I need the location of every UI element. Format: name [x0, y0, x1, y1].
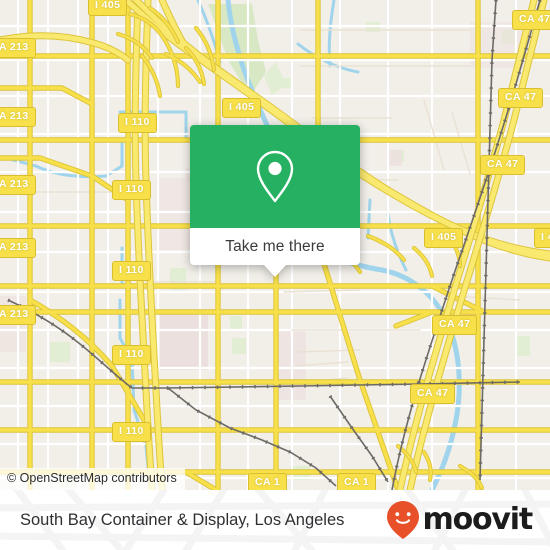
highway-shield: CA 213 — [0, 38, 36, 58]
highway-shield: CA 213 — [0, 107, 36, 127]
highway-shield: I 110 — [112, 422, 151, 442]
moovit-brand[interactable]: moovit — [386, 500, 534, 540]
moovit-pin-smiley-icon — [386, 501, 419, 539]
footer-content: South Bay Container & Display, Los Angel… — [0, 490, 550, 550]
highway-shield: I 110 — [118, 113, 157, 133]
callout-icon-panel — [190, 125, 360, 228]
highway-shield: CA 213 — [0, 305, 36, 325]
highway-shield: CA 47 — [498, 88, 544, 108]
highway-shield: CA 47 — [512, 10, 550, 30]
place-title: South Bay Container & Display, Los Angel… — [20, 510, 345, 529]
take-me-there-label: Take me there — [225, 237, 325, 255]
highway-shield: CA 47 — [410, 384, 456, 404]
highway-shield: I 405 — [222, 98, 262, 118]
highway-shield: CA 213 — [0, 175, 36, 195]
highway-shield: I 110 — [112, 180, 151, 200]
map-canvas[interactable]: .land { fill:#f2efe9; } .park { fill:#d9… — [0, 0, 550, 490]
highway-shield: I 4 — [534, 228, 550, 248]
highway-shield: I 405 — [424, 228, 464, 248]
highway-shield: CA 213 — [0, 238, 36, 258]
osm-attribution[interactable]: © OpenStreetMap contributors — [0, 468, 185, 490]
highway-shield: CA 47 — [480, 155, 526, 175]
highway-shield: CA 1 — [337, 473, 377, 490]
highway-shield: I 110 — [112, 261, 151, 281]
moovit-wordmark: moovit — [422, 502, 534, 537]
destination-callout-card[interactable]: Take me there — [190, 125, 360, 277]
highway-shield: CA 1 — [248, 473, 288, 490]
footer-bar: South Bay Container & Display, Los Angel… — [0, 490, 550, 550]
map-pin-icon — [256, 150, 294, 202]
callout-pointer — [264, 265, 286, 277]
map-share-card: .land { fill:#f2efe9; } .park { fill:#d9… — [0, 0, 550, 550]
callout-action-panel[interactable]: Take me there — [190, 228, 360, 265]
highway-shield: I 110 — [112, 345, 151, 365]
highway-shield: CA 47 — [432, 315, 478, 335]
highway-shield: I 405 — [88, 0, 128, 16]
